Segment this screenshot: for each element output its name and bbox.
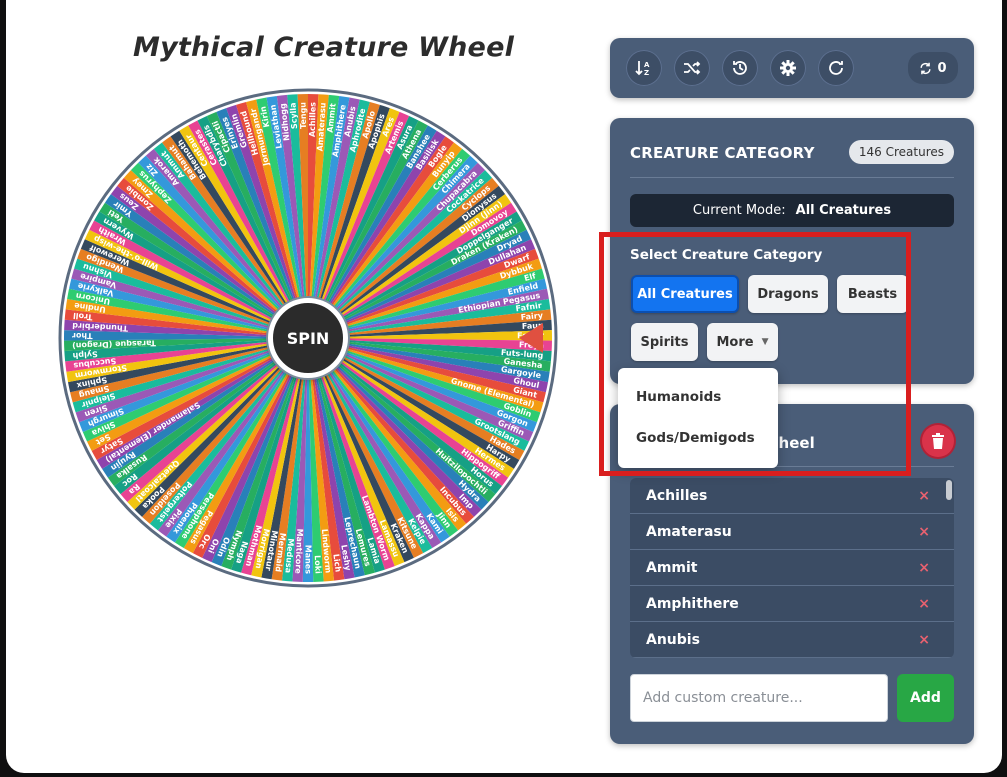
clear-list-button[interactable] xyxy=(922,425,954,457)
toolbar-panel: A Z 0 xyxy=(610,38,974,98)
category-title: CREATURE CATEGORY xyxy=(630,144,815,162)
remove-item-button[interactable]: × xyxy=(918,524,930,540)
redo-icon xyxy=(829,61,843,75)
wheel-segment-label: Tengu xyxy=(298,102,308,129)
page-title: Mythical Creature Wheel xyxy=(133,32,515,63)
select-category-label: Select Creature Category xyxy=(630,247,823,263)
creature-name: Anubis xyxy=(646,631,700,648)
remove-item-button[interactable]: × xyxy=(918,488,930,504)
reset-button[interactable] xyxy=(818,50,854,86)
category-spirits-button[interactable]: Spirits xyxy=(631,323,698,361)
creature-name: Amaterasu xyxy=(646,523,732,540)
remove-item-button[interactable]: × xyxy=(918,596,930,612)
svg-text:Z: Z xyxy=(644,69,649,77)
wheel-segment-label: Manes xyxy=(304,545,313,574)
list-item: Amphithere × xyxy=(630,586,954,622)
creature-name: Amphithere xyxy=(646,595,739,612)
sync-icon xyxy=(920,62,932,74)
spin-count: 0 xyxy=(937,60,947,76)
wheel-pointer-icon xyxy=(519,323,543,353)
divider xyxy=(630,177,954,178)
creature-name: Achilles xyxy=(646,487,708,504)
shuffle-button[interactable] xyxy=(674,50,710,86)
current-mode-value: All Creatures xyxy=(795,203,892,218)
current-mode-label: Current Mode: xyxy=(692,203,786,218)
remove-item-button[interactable]: × xyxy=(918,632,930,648)
category-all-creatures-button[interactable]: All Creatures xyxy=(631,275,739,313)
dropdown-item-gods-demigods[interactable]: Gods/Demigods xyxy=(636,430,755,446)
wheel-segment-label: Scylla xyxy=(288,102,299,129)
spin-wheel[interactable]: Achilles Amaterasu Ammit Amphithere Anubis Ap… xyxy=(56,86,560,590)
shuffle-icon xyxy=(684,61,701,75)
creature-count-badge: 146 Creatures xyxy=(848,140,954,164)
spin-button[interactable]: SPIN xyxy=(268,298,348,378)
add-creature-button[interactable]: Add xyxy=(897,674,954,722)
wheel-segment-label: Loki xyxy=(313,555,323,574)
list-item: Ammit × xyxy=(630,550,954,586)
caret-down-icon: ▼ xyxy=(761,337,769,347)
dropdown-item-humanoids[interactable]: Humanoids xyxy=(636,389,721,405)
list-item: Anubis × xyxy=(630,622,954,658)
spin-counter: 0 xyxy=(908,52,958,84)
list-item: Achilles × xyxy=(630,478,954,514)
creature-list: Achilles × Amaterasu × Ammit × Amphither… xyxy=(630,478,954,658)
history-icon xyxy=(733,61,747,75)
history-button[interactable] xyxy=(722,50,758,86)
category-more-button[interactable]: More ▼ xyxy=(707,323,778,361)
more-categories-dropdown: Humanoids Gods/Demigods xyxy=(618,368,778,468)
category-dragons-button[interactable]: Dragons xyxy=(748,275,828,313)
add-creature-input[interactable] xyxy=(630,674,888,722)
sort-button[interactable]: A Z xyxy=(626,50,662,86)
current-mode-bar: Current Mode: All Creatures xyxy=(630,194,954,227)
category-beasts-button[interactable]: Beasts xyxy=(837,275,908,313)
gear-icon xyxy=(780,60,796,76)
trash-icon xyxy=(932,433,944,449)
creature-name: Ammit xyxy=(646,559,698,576)
list-item: Amaterasu × xyxy=(630,514,954,550)
list-scrollbar[interactable] xyxy=(946,480,952,500)
settings-button[interactable] xyxy=(770,50,806,86)
svg-text:A: A xyxy=(644,61,650,69)
sort-az-icon: A Z xyxy=(635,61,650,77)
wheel-segment-label: Thor xyxy=(72,331,93,340)
remove-item-button[interactable]: × xyxy=(918,560,930,576)
category-panel: CREATURE CATEGORY 146 Creatures Current … xyxy=(610,118,974,384)
more-label: More xyxy=(716,334,754,350)
